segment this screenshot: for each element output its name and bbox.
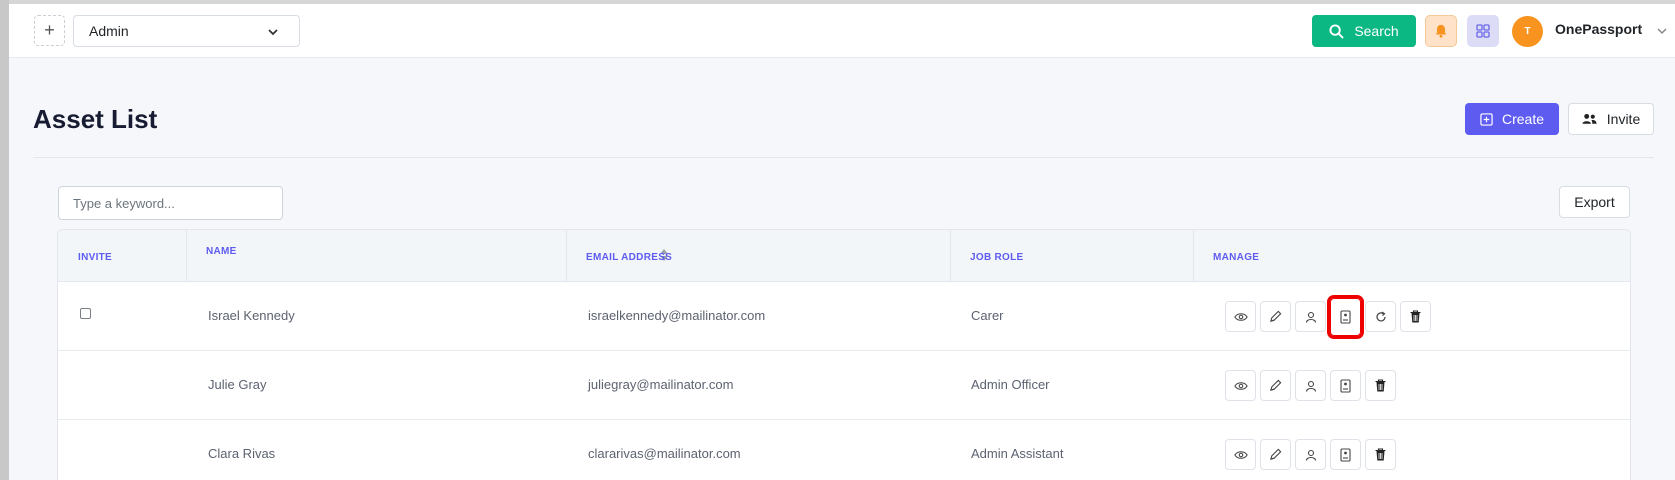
row-name: Israel Kennedy	[208, 308, 295, 323]
trash-icon	[1375, 379, 1386, 392]
eye-icon	[1233, 450, 1248, 459]
apps-grid-icon	[1476, 24, 1490, 38]
table-row: Julie Gray juliegray@mailinator.com Admi…	[58, 351, 1630, 420]
invite-button[interactable]: Invite	[1568, 103, 1654, 135]
pencil-icon	[1270, 310, 1282, 322]
edit-button[interactable]	[1260, 370, 1291, 401]
table-row: Israel Kennedy israelkennedy@mailinator.…	[58, 282, 1630, 351]
invite-button-label: Invite	[1606, 111, 1641, 127]
id-badge-icon	[1340, 378, 1351, 393]
trash-icon	[1375, 448, 1386, 461]
window-left-edge	[0, 0, 9, 480]
organization-select[interactable]: Admin	[73, 15, 300, 47]
profile-button[interactable]	[1295, 370, 1326, 401]
row-actions	[1225, 295, 1431, 339]
create-button[interactable]: Create	[1465, 103, 1559, 135]
user-icon	[1305, 449, 1316, 461]
delete-button[interactable]	[1365, 439, 1396, 470]
edit-button[interactable]	[1260, 439, 1291, 470]
plus-icon: +	[44, 20, 55, 40]
refresh-icon	[1375, 311, 1386, 321]
asset-table: INVITE NAME EMAIL ADDRESS JOB ROLE MANAG…	[57, 229, 1631, 480]
row-email: clararivas@mailinator.com	[588, 446, 741, 461]
user-menu-name[interactable]: OnePassport	[1555, 21, 1642, 37]
pencil-icon	[1270, 379, 1282, 391]
keyword-search-input[interactable]	[58, 186, 283, 220]
row-job-role: Admin Assistant	[971, 446, 1064, 461]
table-header: INVITE NAME EMAIL ADDRESS JOB ROLE MANAG…	[58, 230, 1630, 282]
row-name: Julie Gray	[208, 377, 267, 392]
plus-square-icon	[1480, 112, 1493, 126]
profile-button[interactable]	[1295, 301, 1326, 332]
row-actions	[1225, 370, 1396, 401]
column-header-email: EMAIL ADDRESS	[586, 252, 673, 263]
id-badge-button[interactable]	[1330, 370, 1361, 401]
page-title: Asset List	[33, 104, 158, 134]
top-header: + Admin Search T OnePassport	[9, 4, 1675, 58]
user-avatar[interactable]: T	[1512, 16, 1543, 47]
edit-button[interactable]	[1260, 301, 1291, 332]
add-button[interactable]: +	[34, 15, 65, 46]
eye-icon	[1233, 312, 1248, 321]
chevron-down-icon[interactable]	[1656, 25, 1668, 37]
profile-button[interactable]	[1295, 439, 1326, 470]
user-icon	[1305, 311, 1316, 323]
search-icon	[1329, 23, 1345, 39]
bell-icon	[1435, 24, 1447, 38]
export-button[interactable]: Export	[1559, 186, 1630, 218]
row-email: juliegray@mailinator.com	[588, 377, 734, 392]
apps-button[interactable]	[1467, 15, 1499, 47]
view-button[interactable]	[1225, 439, 1256, 470]
title-divider	[33, 157, 1654, 158]
table-row: Clara Rivas clararivas@mailinator.com Ad…	[58, 420, 1630, 480]
row-actions	[1225, 439, 1396, 470]
column-header-manage: MANAGE	[1213, 252, 1260, 263]
row-email: israelkennedy@mailinator.com	[588, 308, 766, 323]
delete-button[interactable]	[1365, 370, 1396, 401]
avatar-initial: T	[1524, 26, 1531, 37]
column-header-job-role: JOB ROLE	[970, 252, 1024, 263]
organization-select-value: Admin	[89, 23, 129, 39]
search-button[interactable]: Search	[1312, 15, 1416, 47]
view-button[interactable]	[1225, 301, 1256, 332]
id-badge-button[interactable]	[1327, 295, 1364, 339]
row-job-role: Admin Officer	[971, 377, 1050, 392]
reset-button[interactable]	[1365, 301, 1396, 332]
row-name: Clara Rivas	[208, 446, 276, 461]
pencil-icon	[1270, 448, 1282, 460]
notifications-button[interactable]	[1425, 15, 1457, 47]
create-button-label: Create	[1501, 111, 1545, 127]
chevron-down-icon	[268, 29, 278, 36]
eye-icon	[1233, 381, 1248, 390]
row-job-role: Carer	[971, 308, 1004, 323]
id-badge-icon	[1340, 310, 1351, 324]
column-header-name[interactable]: NAME	[186, 230, 668, 282]
trash-icon	[1410, 310, 1421, 323]
invite-checkbox[interactable]	[80, 308, 91, 319]
id-badge-button[interactable]	[1330, 439, 1361, 470]
delete-button[interactable]	[1400, 301, 1431, 332]
users-icon	[1582, 113, 1597, 124]
search-button-label: Search	[1354, 23, 1399, 39]
user-icon	[1305, 380, 1316, 392]
column-header-invite: INVITE	[78, 252, 113, 263]
view-button[interactable]	[1225, 370, 1256, 401]
id-badge-icon	[1340, 447, 1351, 462]
